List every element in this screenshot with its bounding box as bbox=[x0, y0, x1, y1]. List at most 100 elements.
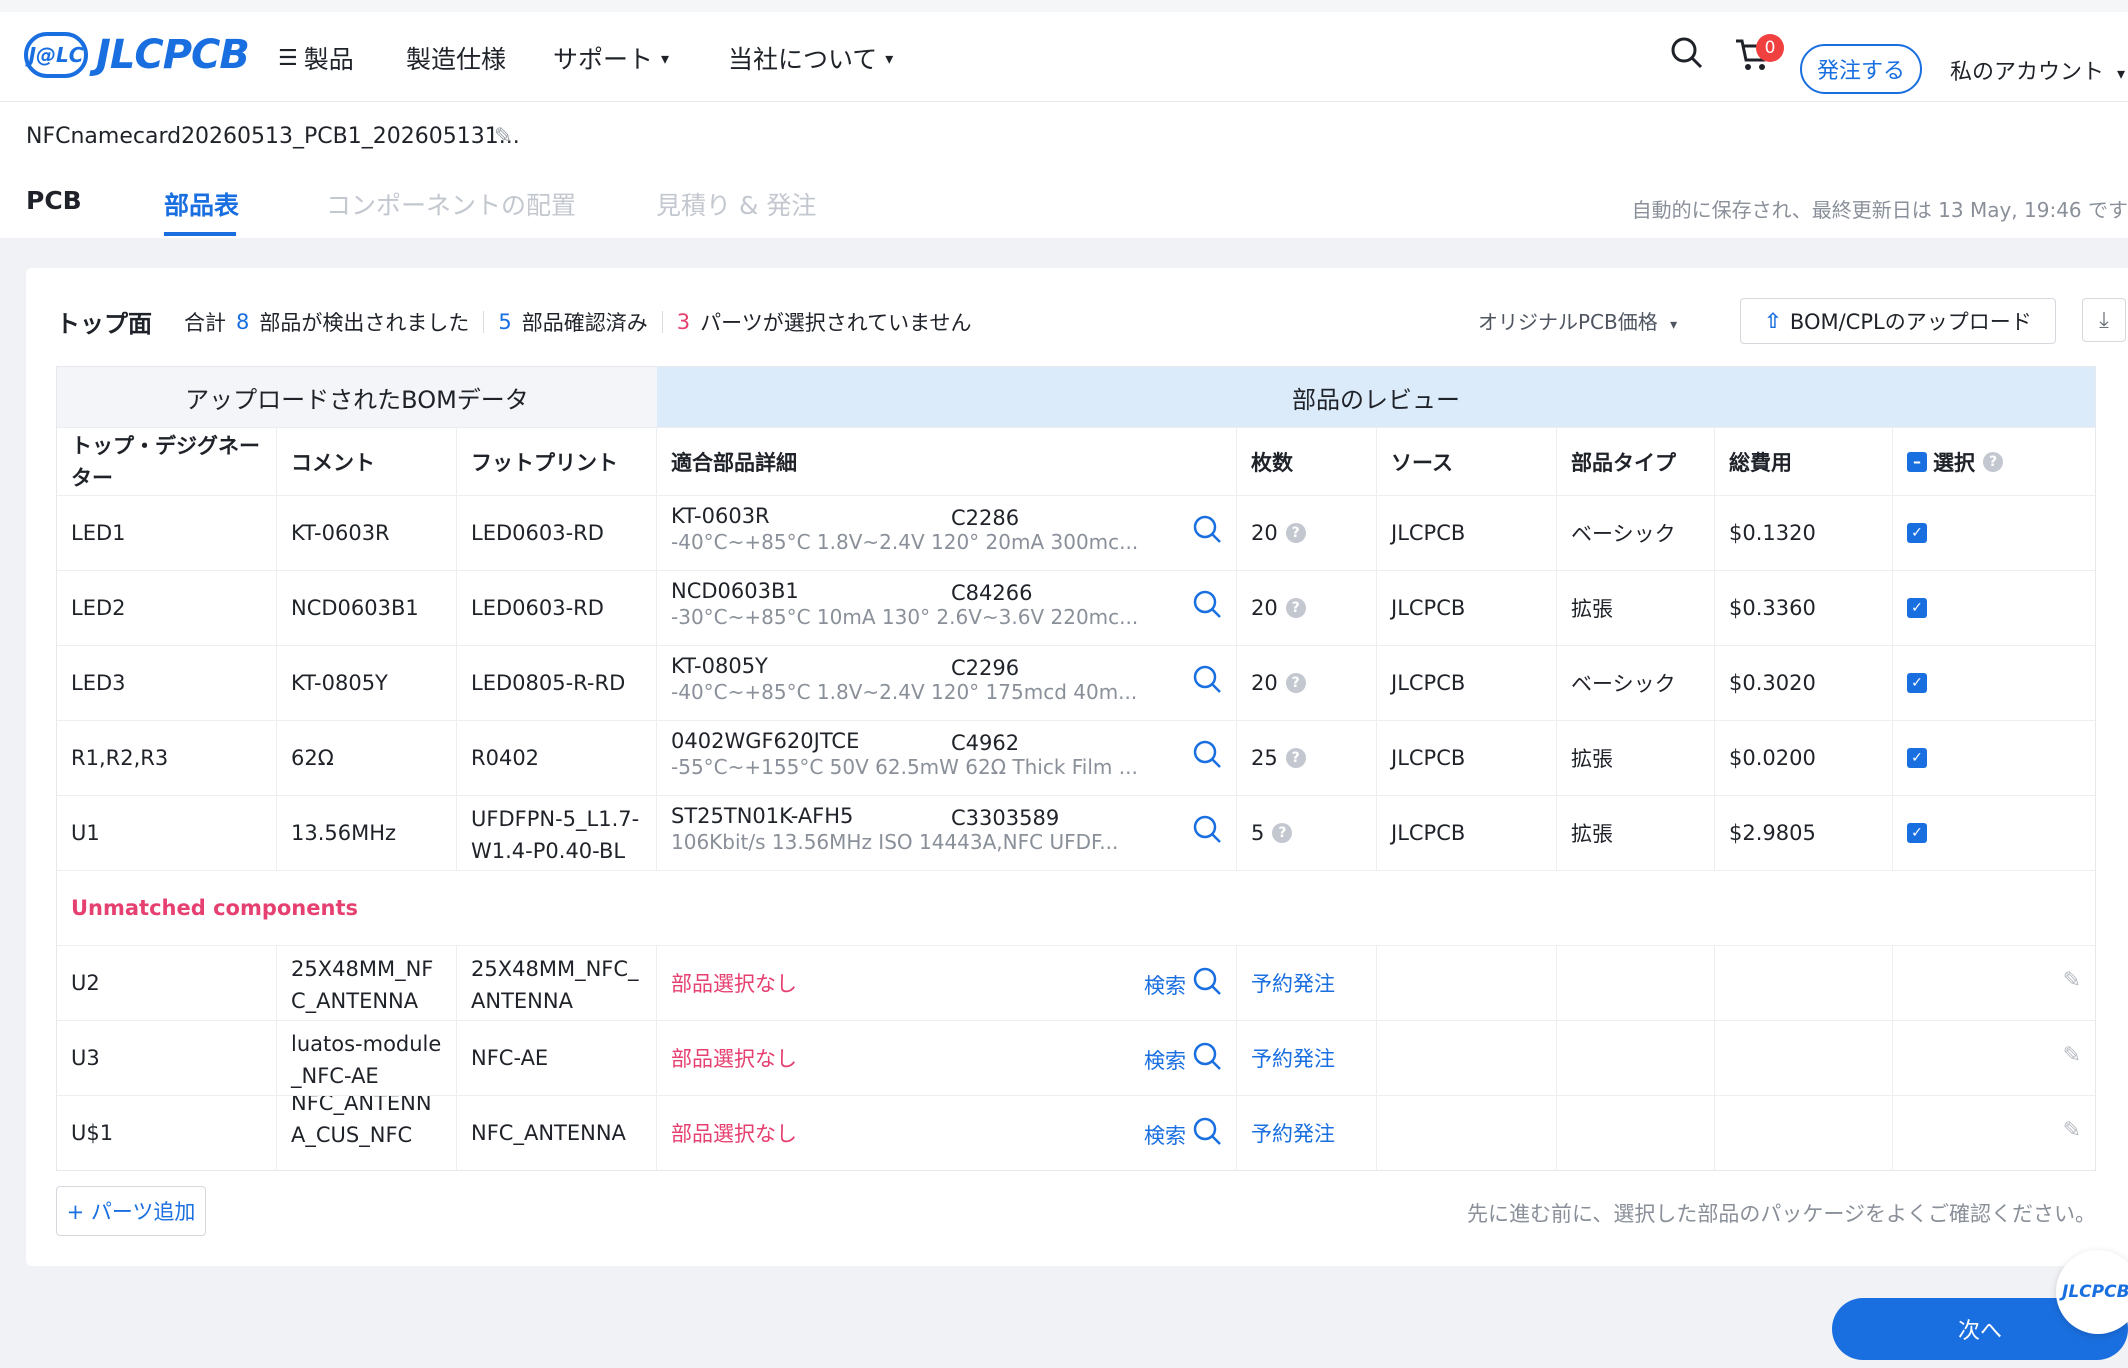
part-type: 拡張 bbox=[1557, 796, 1715, 870]
footprint: LED0805-R-RD bbox=[457, 646, 657, 720]
comment: 25X48MM_NFC_ANTENNA bbox=[277, 946, 457, 1020]
tab-pcb[interactable]: PCB bbox=[26, 186, 82, 215]
download-button[interactable]: ⤓ bbox=[2082, 298, 2126, 342]
select-checkbox[interactable]: ✓ bbox=[1907, 823, 1927, 843]
tab-placement[interactable]: コンポーネントの配置 bbox=[326, 186, 576, 222]
upload-label: BOM/CPLのアップロード bbox=[1789, 310, 2032, 334]
select-checkbox[interactable]: ✓ bbox=[1907, 598, 1927, 618]
search-icon bbox=[1192, 1116, 1222, 1154]
qty-value: 20 bbox=[1251, 671, 1278, 695]
chevron-down-icon: ▾ bbox=[661, 48, 670, 68]
unmatched-row: U$1 NFC_ANTENNA_CUS_NFC_... NFC_ANTENNA 部品選… bbox=[57, 1095, 2095, 1170]
quantity: 20? bbox=[1237, 646, 1377, 720]
select-checkbox[interactable]: ✓ bbox=[1907, 523, 1927, 543]
part-mpn[interactable]: KT-0805Y bbox=[671, 654, 1222, 678]
qty-value: 25 bbox=[1251, 746, 1278, 770]
account-menu[interactable]: 私のアカウント ▾ bbox=[1950, 54, 2125, 86]
search-icon[interactable] bbox=[1192, 814, 1222, 852]
top-strip bbox=[0, 0, 2128, 12]
part-mpn[interactable]: NCD0603B1 bbox=[671, 579, 1222, 603]
nav-support[interactable]: サポート ▾ bbox=[553, 40, 669, 76]
help-icon[interactable]: ? bbox=[1285, 523, 1306, 543]
select-checkbox[interactable]: ✓ bbox=[1907, 748, 1927, 768]
col-qty: 枚数 bbox=[1237, 428, 1377, 495]
select-cell: ✎ bbox=[1893, 1021, 2095, 1095]
select-cell: ✓ bbox=[1893, 571, 2095, 645]
unmatched-title: Unmatched components bbox=[57, 870, 2095, 945]
total-cost: $0.1320 bbox=[1715, 496, 1893, 570]
unmatched-row: U2 25X48MM_NFC_ANTENNA 25X48MM_NFC_ANTENNA… bbox=[57, 945, 2095, 1020]
search-icon[interactable] bbox=[1670, 36, 1704, 79]
preorder-link[interactable]: 予約発注 bbox=[1251, 1043, 1335, 1073]
designator: LED3 bbox=[57, 646, 277, 720]
footprint: R0402 bbox=[457, 721, 657, 795]
jlcpcb-logo[interactable]: J@LC JLCPCB bbox=[24, 32, 250, 78]
group-part-review: 部品のレビュー bbox=[657, 367, 2095, 427]
source: JLCPCB bbox=[1377, 496, 1557, 570]
tab-bom[interactable]: 部品表 bbox=[164, 186, 239, 222]
upload-bom-cpl-button[interactable]: ⇧ BOM/CPLのアップロード bbox=[1740, 298, 2056, 344]
preorder-cell: 予約発注 bbox=[1237, 1021, 1377, 1095]
preorder-link[interactable]: 予約発注 bbox=[1251, 968, 1335, 998]
source bbox=[1377, 1021, 1557, 1095]
help-icon[interactable]: ? bbox=[1285, 673, 1306, 693]
total-cost: $0.3020 bbox=[1715, 646, 1893, 720]
top-header: J@LC JLCPCB ☰ 製品 製造仕様 サポート ▾ 当社について ▾ 0 … bbox=[0, 12, 2128, 102]
help-icon[interactable]: ? bbox=[1272, 823, 1293, 843]
designator: U2 bbox=[57, 946, 277, 1020]
add-parts-button[interactable]: + パーツ追加 bbox=[56, 1186, 206, 1236]
part-mpn[interactable]: KT-0603R bbox=[671, 504, 1222, 528]
order-button[interactable]: 発注する bbox=[1800, 44, 1922, 94]
edit-icon[interactable]: ✎ bbox=[2063, 968, 2081, 993]
bom-summary: トップ面 合計 8 部品が検出されました 5 部品確認済み 3 パーツが選択され… bbox=[56, 304, 971, 339]
select-cell: ✓ bbox=[1893, 721, 2095, 795]
edit-icon[interactable]: ✎ bbox=[2063, 1118, 2081, 1143]
chevron-down-icon: ▾ bbox=[1670, 317, 1678, 333]
logo-text: JLCPCB bbox=[96, 32, 250, 78]
preorder-link[interactable]: 予約発注 bbox=[1251, 1118, 1335, 1148]
unselected-suffix: パーツが選択されていません bbox=[700, 310, 972, 335]
search-icon[interactable] bbox=[1192, 739, 1222, 777]
search-part-link[interactable]: 検索 bbox=[1144, 1041, 1222, 1079]
nav-about[interactable]: 当社について ▾ bbox=[728, 40, 893, 76]
part-lcsc: C3303589 bbox=[951, 806, 1060, 830]
tab-quote-order[interactable]: 見積り & 発注 bbox=[656, 186, 816, 222]
search-label: 検索 bbox=[1144, 1124, 1186, 1148]
price-select-label: オリジナルPCB価格 bbox=[1478, 310, 1658, 334]
comment: KT-0603R bbox=[277, 496, 457, 570]
search-icon[interactable] bbox=[1192, 589, 1222, 627]
footprint: NFC_ANTENNA bbox=[457, 1096, 657, 1170]
part-description: 106Kbit/s 13.56MHz ISO 14443A,NFC UFDF..… bbox=[671, 830, 1119, 854]
matched-part-detail: 部品選択なし 検索 bbox=[657, 946, 1237, 1020]
designator: U1 bbox=[57, 796, 277, 870]
search-part-link[interactable]: 検索 bbox=[1144, 1116, 1222, 1154]
help-icon[interactable]: ? bbox=[1983, 451, 2003, 472]
help-icon[interactable]: ? bbox=[1285, 598, 1306, 618]
table-row: R1,R2,R3 62Ω R0402 0402WGF620JTCE C4962 -55°C… bbox=[57, 720, 2095, 795]
part-mpn[interactable]: ST25TN01K-AFH5 bbox=[671, 804, 1222, 828]
total-cost bbox=[1715, 1021, 1893, 1095]
part-type: ベーシック bbox=[1557, 496, 1715, 570]
quantity: 25? bbox=[1237, 721, 1377, 795]
table-row: LED1 KT-0603R LED0603-RD KT-0603R C2286 -40°C… bbox=[57, 495, 2095, 570]
chevron-down-icon: ▾ bbox=[2117, 64, 2126, 83]
divider bbox=[483, 310, 485, 333]
part-mpn[interactable]: 0402WGF620JTCE bbox=[671, 729, 1222, 753]
search-icon[interactable] bbox=[1192, 514, 1222, 552]
search-icon[interactable] bbox=[1192, 664, 1222, 702]
price-select[interactable]: オリジナルPCB価格 ▾ bbox=[1478, 306, 1677, 335]
matched-part-detail: NCD0603B1 C84266 -30°C~+85°C 10mA 130° 2.6… bbox=[657, 571, 1237, 645]
select-checkbox[interactable]: ✓ bbox=[1907, 673, 1927, 693]
nav-support-label: サポート bbox=[553, 45, 654, 74]
edit-name-icon[interactable]: ✎ bbox=[494, 124, 512, 149]
search-part-link[interactable]: 検索 bbox=[1144, 966, 1222, 1004]
comment: NFC_ANTENNA_CUS_NFC_... bbox=[277, 1096, 457, 1170]
select-all-checkbox[interactable]: – bbox=[1907, 451, 1927, 472]
qty-value: 5 bbox=[1251, 821, 1265, 845]
part-lcsc: C2286 bbox=[951, 506, 1020, 530]
download-icon: ⤓ bbox=[2099, 307, 2109, 333]
nav-products[interactable]: ☰ 製品 bbox=[278, 40, 354, 76]
help-icon[interactable]: ? bbox=[1285, 748, 1306, 768]
nav-specs[interactable]: 製造仕様 bbox=[406, 40, 506, 76]
edit-icon[interactable]: ✎ bbox=[2063, 1043, 2081, 1068]
